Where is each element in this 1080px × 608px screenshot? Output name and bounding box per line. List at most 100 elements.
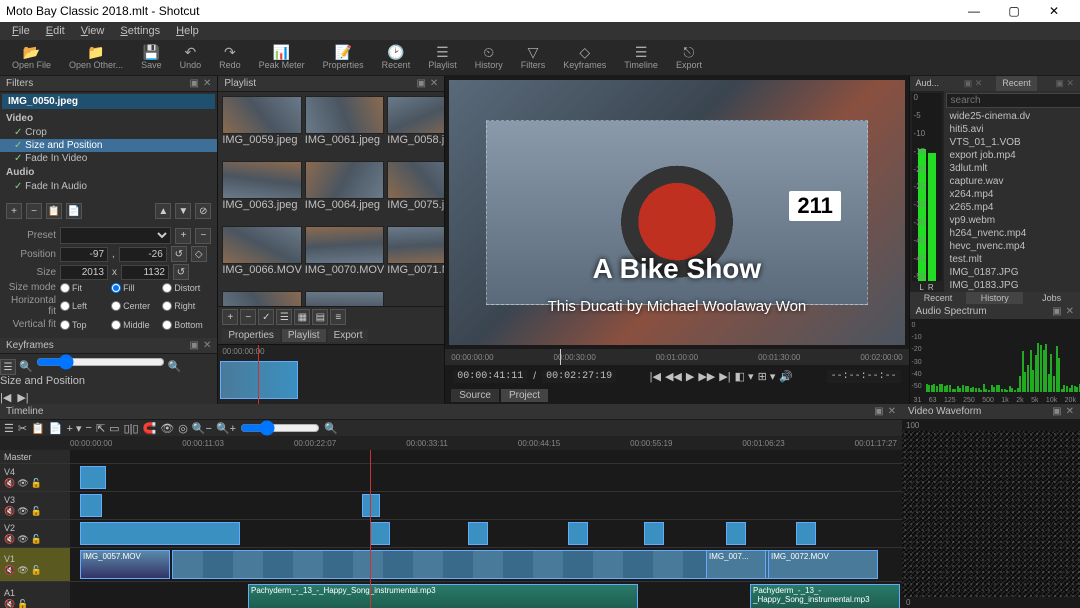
filter-remove-button[interactable]: −: [26, 203, 42, 219]
tab-audio-meter[interactable]: Aud...: [910, 76, 946, 91]
position-y-input[interactable]: [119, 247, 167, 262]
play-button[interactable]: ▶: [686, 370, 694, 383]
timeline-clip[interactable]: [172, 550, 872, 579]
timeline-clip[interactable]: [796, 522, 816, 545]
filter-item-size-position[interactable]: Size and Position: [0, 139, 217, 152]
track-hide-icon[interactable]: 👁: [17, 478, 28, 489]
pl-view-details-button[interactable]: ☰: [276, 309, 292, 325]
playlist-button[interactable]: ☰Playlist: [420, 43, 465, 72]
filter-movedown-button[interactable]: ▼: [175, 203, 191, 219]
tl-remove-button[interactable]: −: [86, 422, 92, 434]
preview-playhead[interactable]: [560, 349, 561, 365]
timeline-clip[interactable]: [568, 522, 588, 545]
track-lock-icon[interactable]: 🔓: [31, 478, 42, 489]
tl-zoomout-button[interactable]: 🔍−: [192, 422, 212, 435]
recent-item[interactable]: 3dlut.mlt: [948, 162, 1076, 175]
tl-zoomfit-button[interactable]: 🔍: [324, 422, 338, 435]
panel-undock-icon[interactable]: ▣: [416, 78, 425, 89]
preview-ruler[interactable]: 00:00:00:0000:00:30:0000:01:00:0000:01:3…: [445, 349, 908, 365]
timeline-button[interactable]: ☰Timeline: [616, 43, 666, 72]
timeline-clip[interactable]: [80, 522, 240, 545]
tl-zoomin-button[interactable]: 🔍+: [216, 422, 236, 435]
zoom-dropdown[interactable]: ⊞ ▾: [758, 370, 776, 383]
filter-item-fade-in-audio[interactable]: Fade In Audio: [0, 180, 217, 193]
tl-copy-button[interactable]: 📋: [31, 422, 45, 435]
filter-item-crop[interactable]: Crop: [0, 126, 217, 139]
hfit-right-radio[interactable]: [162, 301, 172, 311]
recent-item[interactable]: export job.mp4: [948, 149, 1076, 162]
minimize-button[interactable]: —: [954, 4, 994, 18]
panel-undock-icon[interactable]: ▣: [190, 340, 199, 351]
preset-add-button[interactable]: +: [175, 228, 191, 244]
timecode-current[interactable]: 00:00:41:11: [453, 370, 527, 383]
timeline-ruler[interactable]: 00:00:00:0000:00:11:0300:00:22:0700:00:3…: [0, 436, 902, 450]
open-other-button[interactable]: 📁Open Other...: [61, 43, 131, 72]
peak-meter-button[interactable]: 📊Peak Meter: [251, 43, 313, 72]
menu-settings[interactable]: Settings: [114, 25, 166, 37]
kf-menu-button[interactable]: ☰: [0, 359, 16, 375]
tab-project[interactable]: Project: [501, 389, 548, 402]
kf-prev-button[interactable]: |◀: [0, 391, 11, 404]
timeline-clip[interactable]: [80, 466, 106, 489]
kf-zoom-slider[interactable]: [36, 354, 165, 370]
recent-item[interactable]: wide25-cinema.dv: [948, 110, 1076, 123]
track-v4-label[interactable]: V4: [4, 467, 66, 477]
sizemode-fill-radio[interactable]: [111, 283, 121, 293]
recent-item[interactable]: h264_nvenc.mp4: [948, 227, 1076, 240]
filter-deselect-button[interactable]: ⊘: [195, 203, 211, 219]
playlist-thumb[interactable]: [387, 226, 444, 264]
tl-lift-button[interactable]: ⇱: [96, 422, 105, 435]
tab-source[interactable]: Source: [451, 389, 499, 402]
skip-end-button[interactable]: ▶|: [719, 370, 730, 383]
tl-menu-button[interactable]: ☰: [4, 422, 14, 435]
rewind-button[interactable]: ◀◀: [665, 370, 682, 383]
playlist-thumb[interactable]: [222, 161, 301, 199]
track-v1-label[interactable]: V1: [4, 554, 66, 564]
kf-playhead[interactable]: [258, 345, 259, 404]
menu-help[interactable]: Help: [170, 25, 205, 37]
panel-close-icon[interactable]: ✕: [430, 78, 438, 89]
history-button[interactable]: ⏲History: [467, 43, 511, 72]
kf-zoom-in-icon[interactable]: 🔍: [168, 361, 182, 373]
pl-menu-button[interactable]: ≡: [330, 309, 346, 325]
panel-undock-icon[interactable]: ▣: [190, 78, 199, 89]
track-v2-label[interactable]: V2: [4, 523, 66, 533]
timeline-clip-audio[interactable]: Pachyderm_-_13_-_Happy_Song_instrumental…: [750, 584, 900, 608]
recent-item[interactable]: vp9.webm: [948, 214, 1076, 227]
tab-jobs[interactable]: Jobs: [1023, 292, 1080, 304]
playlist-thumb[interactable]: [222, 96, 301, 134]
filter-moveup-button[interactable]: ▲: [155, 203, 171, 219]
timeline-clip[interactable]: [80, 494, 102, 517]
properties-button[interactable]: 📝Properties: [315, 43, 372, 72]
pl-view-icons-button[interactable]: ▤: [312, 309, 328, 325]
track-v3-label[interactable]: V3: [4, 495, 66, 505]
playlist-thumb[interactable]: [222, 291, 301, 306]
tl-overwrite-button[interactable]: ▭: [109, 422, 119, 435]
recent-item[interactable]: capture.wav: [948, 175, 1076, 188]
redo-button[interactable]: ↷Redo: [211, 43, 249, 72]
size-w-input[interactable]: [60, 265, 108, 280]
hfit-center-radio[interactable]: [111, 301, 121, 311]
recent-item[interactable]: x264.mp4: [948, 188, 1076, 201]
recent-item[interactable]: test.mlt: [948, 253, 1076, 266]
preview-viewer[interactable]: 211 A Bike Show This Ducati by Michael W…: [449, 80, 904, 345]
playlist-thumb[interactable]: [305, 226, 384, 264]
timeline-clip[interactable]: [370, 522, 390, 545]
recent-item[interactable]: x265.mp4: [948, 201, 1076, 214]
sizemode-distort-radio[interactable]: [162, 283, 172, 293]
tl-snap-button[interactable]: 🧲: [143, 422, 157, 435]
keyframes-button[interactable]: ◇Keyframes: [555, 43, 614, 72]
panel-close-icon[interactable]: ✕: [203, 340, 211, 351]
size-reset-button[interactable]: ↺: [173, 264, 189, 280]
tab-export[interactable]: Export: [328, 329, 369, 342]
panel-close-icon[interactable]: ✕: [203, 78, 211, 89]
tl-scrub-button[interactable]: 👁: [160, 422, 174, 435]
position-keyframe-button[interactable]: ◇: [191, 246, 207, 262]
fastfwd-button[interactable]: ▶▶: [698, 370, 715, 383]
playlist-thumb[interactable]: [387, 161, 444, 199]
filters-button[interactable]: ▽Filters: [513, 43, 554, 72]
playlist-thumb[interactable]: [222, 226, 301, 264]
vfit-bottom-radio[interactable]: [162, 320, 172, 330]
menu-file[interactable]: File: [6, 25, 36, 37]
timeline-clip[interactable]: IMG_0057.MOV: [80, 550, 170, 579]
